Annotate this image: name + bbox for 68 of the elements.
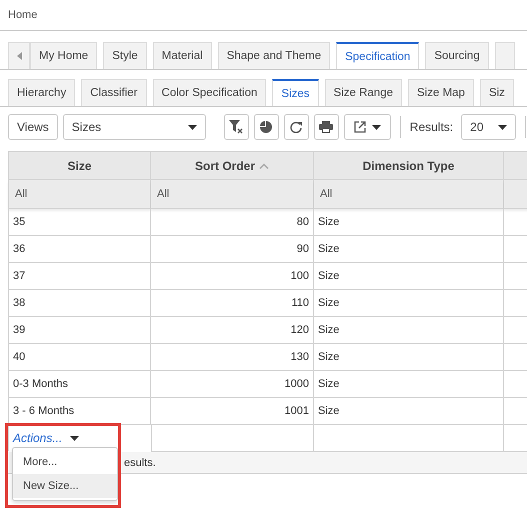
tab[interactable]: Sizes <box>272 79 319 106</box>
tab[interactable]: Color Specification <box>152 79 266 106</box>
results-label: Results: <box>410 120 454 134</box>
filter-cell[interactable]: All <box>8 180 151 209</box>
scroll-left-button[interactable] <box>8 42 30 69</box>
table-cell: Size <box>314 263 504 290</box>
table-cell: 120 <box>151 317 314 344</box>
tab[interactable]: Material <box>152 42 212 69</box>
table-cell: Size <box>314 344 504 371</box>
caret-icon <box>498 124 508 130</box>
refresh-icon <box>290 121 302 133</box>
table-cell: 3 - 6 Months <box>8 398 151 425</box>
table-cell: 1000 <box>151 371 314 398</box>
column-header[interactable]: Sort Order <box>151 151 314 180</box>
column-header[interactable]: Size <box>8 151 151 180</box>
filter-clear-icon <box>229 120 244 134</box>
caret-icon <box>70 436 80 440</box>
table-cell: 80 <box>151 209 314 236</box>
pie-chart-icon <box>260 121 272 133</box>
table-cell: Size <box>314 209 504 236</box>
status-text: esults. <box>124 456 156 468</box>
print-button[interactable] <box>314 114 339 140</box>
table-cell: Size <box>314 371 504 398</box>
table-cell: 39 <box>8 317 151 344</box>
filter-cell[interactable]: All <box>314 180 504 209</box>
tab[interactable]: Style <box>103 42 147 69</box>
menu-item[interactable]: More... <box>13 450 117 474</box>
print-icon <box>319 121 334 133</box>
table-cell: 38 <box>8 290 151 317</box>
views-button[interactable]: Views <box>8 114 58 140</box>
caret-icon <box>372 124 381 130</box>
results-select[interactable]: 20 <box>461 114 516 140</box>
table-cell: 37 <box>8 263 151 290</box>
actions-link[interactable]: Actions... <box>13 431 80 445</box>
table-cell: 1001 <box>151 398 314 425</box>
table-cell: 36 <box>8 236 151 263</box>
tab[interactable]: Classifier <box>81 79 147 106</box>
filter-cell[interactable]: All <box>151 180 314 209</box>
clear-filter-button[interactable] <box>224 114 249 140</box>
tab[interactable]: Shape and Theme <box>218 42 330 69</box>
breadcrumb[interactable]: Home <box>8 9 38 21</box>
tab[interactable]: Siz <box>480 79 514 106</box>
caret-left-icon <box>16 52 22 60</box>
table-cell: 100 <box>151 263 314 290</box>
caret-icon <box>188 124 197 130</box>
table-cell: Size <box>314 290 504 317</box>
column-header[interactable]: Dimension Type <box>314 151 504 180</box>
menu-item[interactable]: New Size... <box>13 474 117 498</box>
tab[interactable]: Size Map <box>408 79 474 106</box>
view-select[interactable]: Sizes <box>62 114 206 140</box>
table-cell: 130 <box>151 344 314 371</box>
table-cell: 40 <box>8 344 151 371</box>
tab[interactable]: My Home <box>30 42 98 69</box>
tab[interactable]: Sourcing <box>425 42 489 69</box>
table-cell: 0-3 Months <box>8 371 151 398</box>
table-cell: 35 <box>8 209 151 236</box>
table-cell: Size <box>314 236 504 263</box>
table-cell: Size <box>314 398 504 425</box>
export-button[interactable] <box>344 114 391 140</box>
table-cell: Size <box>314 317 504 344</box>
refresh-button[interactable] <box>284 114 309 140</box>
table-cell: 110 <box>151 290 314 317</box>
table-cell: 90 <box>151 236 314 263</box>
tab[interactable]: Hierarchy <box>8 79 76 106</box>
tab[interactable]: Size Range <box>324 79 402 106</box>
chart-button[interactable] <box>254 114 279 140</box>
tab[interactable]: Specification <box>336 42 420 69</box>
export-icon <box>354 121 366 133</box>
